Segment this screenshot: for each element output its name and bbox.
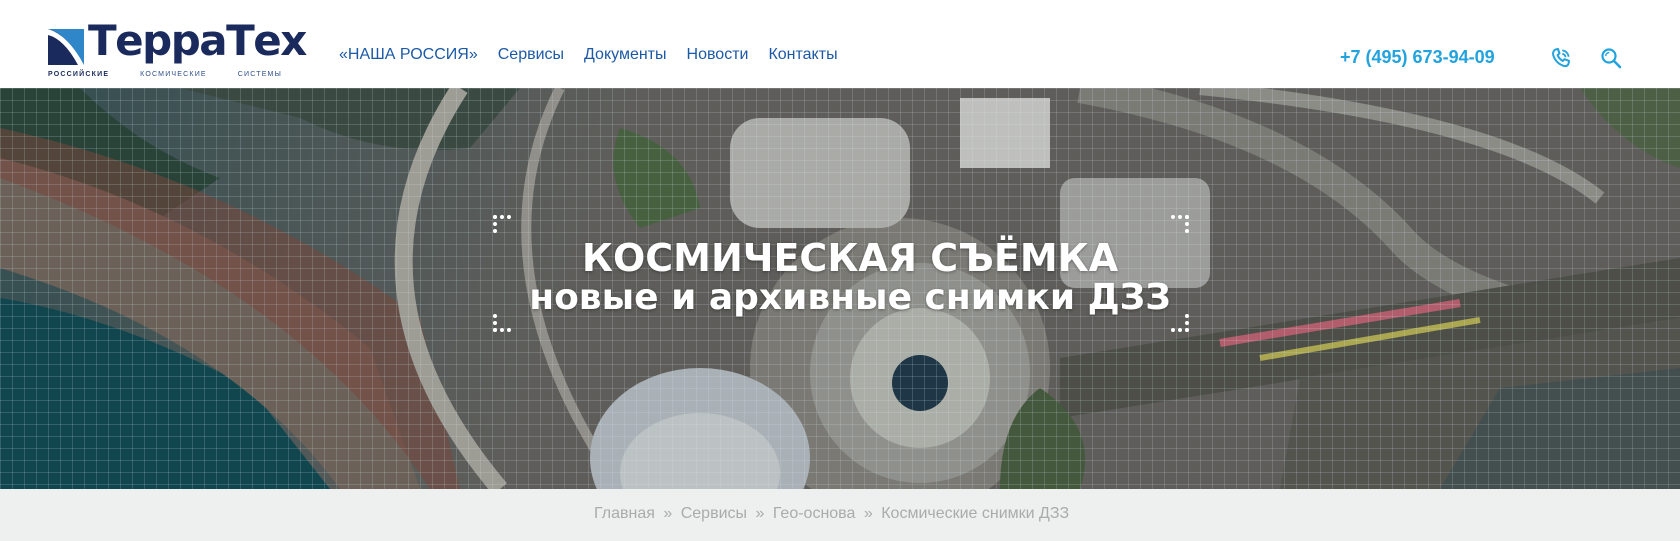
breadcrumb-geo-osnova[interactable]: Гео-основа: [773, 505, 856, 522]
hero-subtitle: новые и архивные снимки ДЗЗ: [529, 277, 1171, 318]
phone-number[interactable]: +7 (495) 673-94-09: [1340, 47, 1495, 68]
nav-item-services[interactable]: Сервисы: [498, 46, 564, 64]
nav-item-nasha-rossiya[interactable]: «НАША РОССИЯ»: [339, 46, 478, 64]
nav-item-news[interactable]: Новости: [687, 46, 749, 64]
search-icon[interactable]: [1599, 46, 1623, 70]
breadcrumb-separator: »: [663, 505, 673, 522]
breadcrumb-home[interactable]: Главная: [594, 505, 655, 522]
main-nav: «НАША РОССИЯ» Сервисы Документы Новости …: [339, 46, 858, 64]
breadcrumb: Главная » Сервисы » Гео-основа » Космиче…: [594, 505, 1069, 523]
site-header: ТерраТех РОССИЙСКИЕ КОСМИЧЕСКИЕ СИСТЕМЫ …: [0, 0, 1680, 88]
tagline-word: КОСМИЧЕСКИЕ: [140, 71, 207, 78]
tagline-word: РОССИЙСКИЕ: [48, 71, 110, 78]
nav-item-documents[interactable]: Документы: [584, 46, 666, 64]
breadcrumb-separator: »: [863, 505, 873, 522]
frame-corner-icon: [1171, 215, 1189, 233]
brand-logo[interactable]: ТерраТех РОССИЙСКИЕ КОСМИЧЕСКИЕ СИСТЕМЫ: [48, 20, 307, 82]
hero-title: КОСМИЧЕСКАЯ СЪЁМКА: [581, 236, 1119, 280]
nav-item-contacts[interactable]: Контакты: [768, 46, 837, 64]
frame-corner-icon: [493, 314, 511, 332]
hero-banner: КОСМИЧЕСКАЯ СЪЁМКА новые и архивные сним…: [0, 88, 1680, 489]
breadcrumb-current: Космические снимки ДЗЗ: [881, 505, 1070, 522]
brand-tagline: РОССИЙСКИЕ КОСМИЧЕСКИЕ СИСТЕМЫ: [48, 71, 282, 78]
breadcrumb-separator: »: [755, 505, 765, 522]
phone-icon[interactable]: [1549, 46, 1573, 70]
frame-corner-icon: [1171, 314, 1189, 332]
frame-corner-icon: [493, 215, 511, 233]
breadcrumb-services[interactable]: Сервисы: [681, 505, 747, 522]
tagline-word: СИСТЕМЫ: [237, 71, 282, 78]
logo-mark-icon: [48, 29, 84, 65]
breadcrumb-bar: Главная » Сервисы » Гео-основа » Космиче…: [0, 489, 1680, 541]
brand-name: ТерраТех: [88, 16, 307, 65]
